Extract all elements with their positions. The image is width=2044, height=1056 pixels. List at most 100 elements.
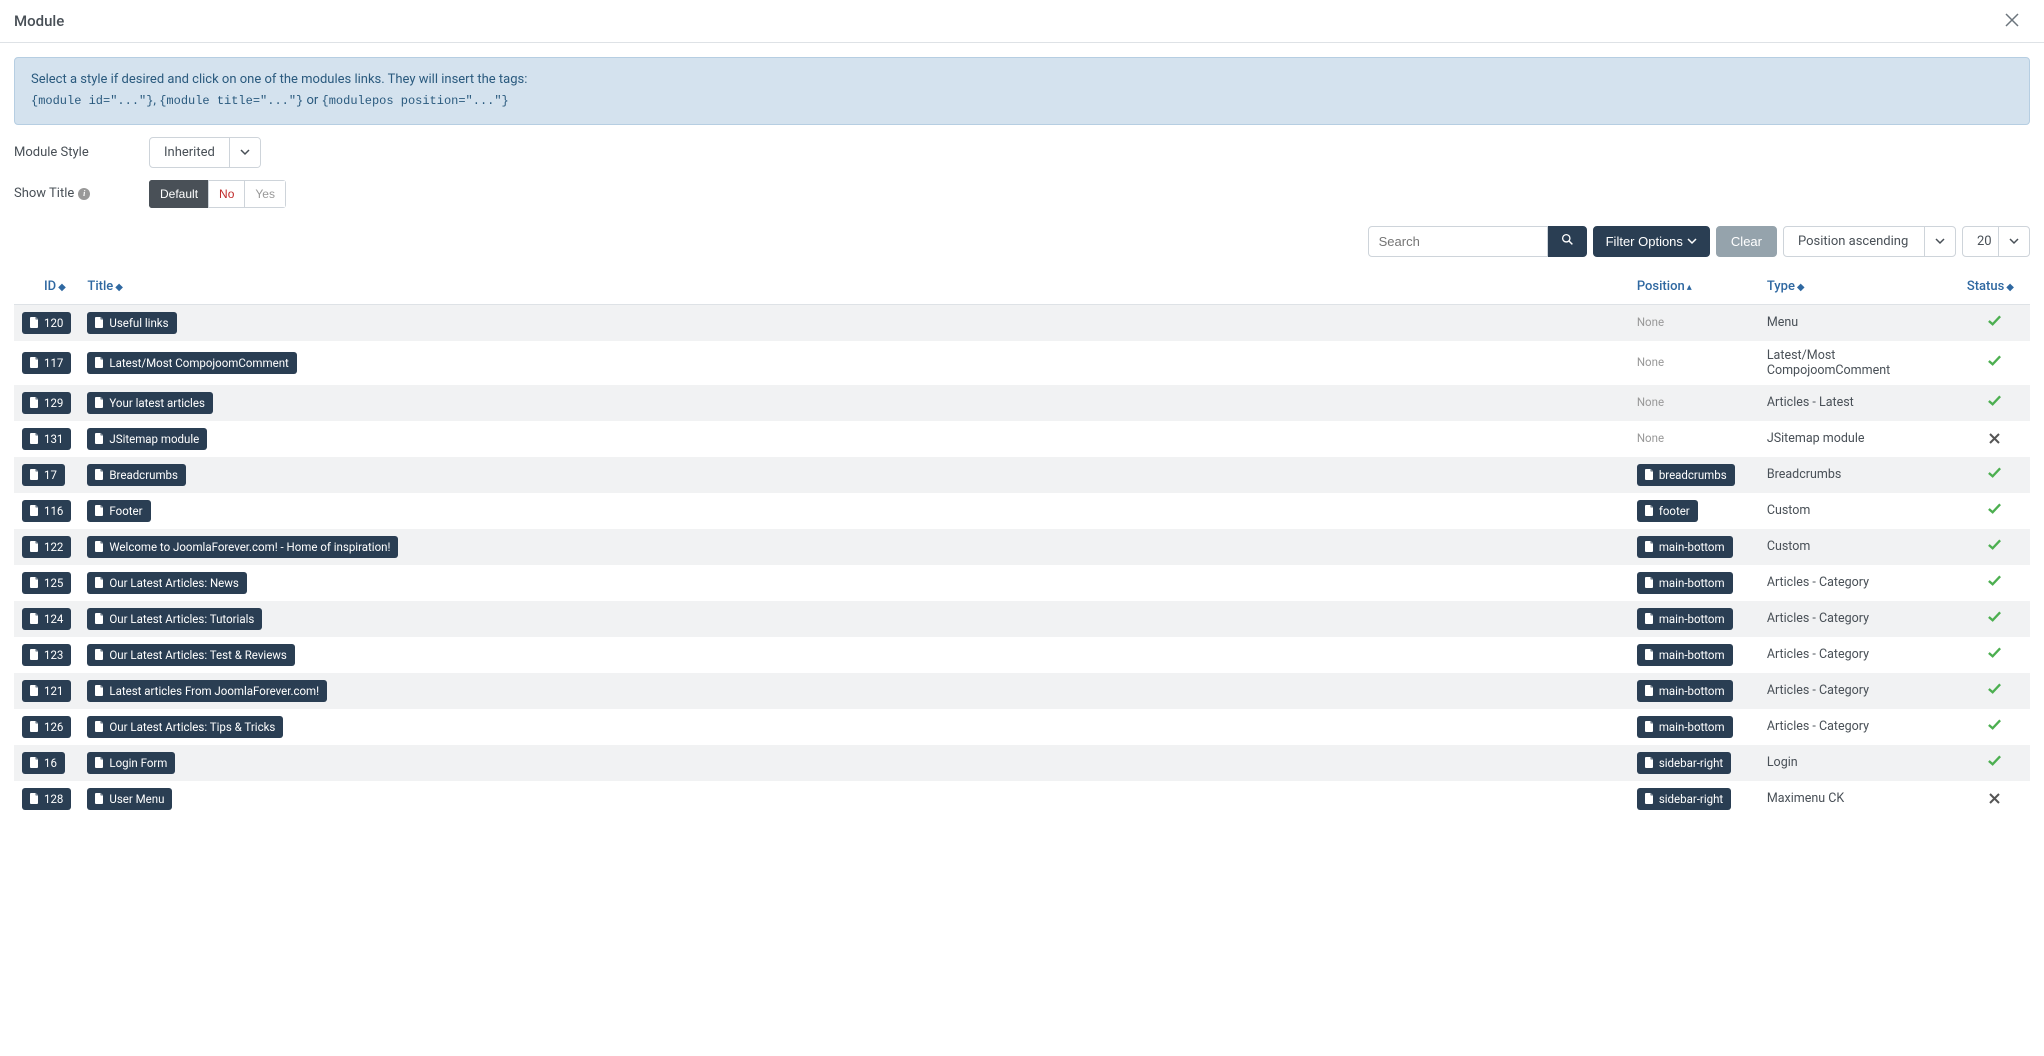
status-published: [1987, 645, 2002, 664]
close-button[interactable]: [2000, 10, 2024, 32]
title-chip[interactable]: Your latest articles: [87, 392, 213, 414]
position-value: main-bottom: [1659, 720, 1725, 734]
id-value: 122: [44, 540, 63, 554]
id-chip[interactable]: 126: [22, 716, 71, 738]
id-value: 126: [44, 720, 63, 734]
title-value: Our Latest Articles: Test & Reviews: [109, 648, 286, 662]
clear-button[interactable]: Clear: [1716, 226, 1777, 257]
sort-select[interactable]: Position ascending: [1783, 226, 1956, 257]
check-icon: [1987, 465, 2002, 480]
col-header-id[interactable]: ID◆: [14, 269, 79, 305]
title-chip[interactable]: Our Latest Articles: Tutorials: [87, 608, 262, 630]
module-style-label: Module Style: [14, 145, 149, 160]
col-header-title[interactable]: Title◆: [79, 269, 1628, 305]
module-style-select[interactable]: Inherited: [149, 137, 261, 168]
status-cell: [1959, 565, 2030, 601]
id-value: 123: [44, 648, 63, 662]
id-chip[interactable]: 121: [22, 680, 71, 702]
title-chip[interactable]: Our Latest Articles: Tips & Tricks: [87, 716, 283, 738]
position-chip[interactable]: main-bottom: [1637, 572, 1733, 594]
id-chip[interactable]: 123: [22, 644, 71, 666]
status-cell: [1959, 341, 2030, 385]
show-title-no[interactable]: No: [208, 180, 245, 208]
position-value: footer: [1659, 504, 1690, 518]
status-cell: [1959, 385, 2030, 421]
title-chip[interactable]: Welcome to JoomlaForever.com! - Home of …: [87, 536, 398, 558]
position-chip[interactable]: sidebar-right: [1637, 752, 1731, 774]
col-header-status[interactable]: Status◆: [1959, 269, 2030, 305]
position-value: main-bottom: [1659, 540, 1725, 554]
id-chip[interactable]: 17: [22, 464, 65, 486]
title-chip[interactable]: Breadcrumbs: [87, 464, 186, 486]
title-chip[interactable]: Our Latest Articles: Test & Reviews: [87, 644, 294, 666]
position-chip[interactable]: main-bottom: [1637, 608, 1733, 630]
document-icon: [30, 357, 39, 368]
title-chip[interactable]: User Menu: [87, 788, 172, 810]
col-header-position[interactable]: Position▴: [1629, 269, 1759, 305]
position-value: main-bottom: [1659, 648, 1725, 662]
check-icon: [1987, 717, 2002, 732]
title-chip[interactable]: Useful links: [87, 312, 176, 334]
check-icon: [1987, 501, 2002, 516]
document-icon: [95, 613, 104, 624]
status-published: [1987, 501, 2002, 520]
limit-select[interactable]: 20: [1962, 226, 2030, 257]
position-chip[interactable]: main-bottom: [1637, 680, 1733, 702]
document-icon: [30, 469, 39, 480]
position-value: main-bottom: [1659, 612, 1725, 626]
type-value: Articles - Category: [1767, 647, 1869, 662]
module-style-value: Inherited: [150, 138, 229, 167]
id-chip[interactable]: 117: [22, 352, 71, 374]
info-alert: Select a style if desired and click on o…: [14, 57, 2030, 125]
show-title-default[interactable]: Default: [149, 180, 209, 208]
id-value: 121: [44, 684, 63, 698]
sort-icon: ◆: [1797, 282, 1805, 293]
filter-options-button[interactable]: Filter Options: [1593, 226, 1710, 257]
document-icon: [95, 793, 104, 804]
id-chip[interactable]: 129: [22, 392, 71, 414]
id-chip[interactable]: 128: [22, 788, 71, 810]
title-value: Latest articles From JoomlaForever.com!: [109, 684, 319, 698]
title-value: Footer: [109, 504, 142, 518]
id-chip[interactable]: 120: [22, 312, 71, 334]
document-icon: [30, 613, 39, 624]
title-chip[interactable]: Latest articles From JoomlaForever.com!: [87, 680, 327, 702]
id-chip[interactable]: 116: [22, 500, 71, 522]
document-icon: [30, 541, 39, 552]
title-chip[interactable]: Footer: [87, 500, 150, 522]
status-published: [1987, 717, 2002, 736]
id-value: 125: [44, 576, 63, 590]
title-chip[interactable]: Our Latest Articles: News: [87, 572, 246, 594]
document-icon: [30, 397, 39, 408]
position-chip[interactable]: sidebar-right: [1637, 788, 1731, 810]
id-chip[interactable]: 125: [22, 572, 71, 594]
id-chip[interactable]: 131: [22, 428, 71, 450]
position-value: breadcrumbs: [1659, 468, 1727, 482]
search-input[interactable]: [1368, 226, 1548, 257]
id-chip[interactable]: 16: [22, 752, 65, 774]
id-chip[interactable]: 124: [22, 608, 71, 630]
alert-code-id: {module id="..."}: [31, 94, 153, 108]
show-title-yes[interactable]: Yes: [244, 180, 286, 208]
document-icon: [95, 721, 104, 732]
table-row: 117Latest/Most CompojoomCommentNoneLates…: [14, 341, 2030, 385]
status-published: [1987, 393, 2002, 412]
position-chip[interactable]: main-bottom: [1637, 644, 1733, 666]
limit-value: 20: [1963, 227, 1998, 256]
table-row: 129Your latest articlesNoneArticles - La…: [14, 385, 2030, 421]
position-chip[interactable]: main-bottom: [1637, 536, 1733, 558]
document-icon: [30, 505, 39, 516]
title-chip[interactable]: Login Form: [87, 752, 175, 774]
position-chip[interactable]: breadcrumbs: [1637, 464, 1735, 486]
document-icon: [95, 469, 104, 480]
id-chip[interactable]: 122: [22, 536, 71, 558]
position-chip[interactable]: footer: [1637, 500, 1698, 522]
title-chip[interactable]: Latest/Most CompojoomComment: [87, 352, 296, 374]
search-button[interactable]: [1548, 226, 1587, 257]
status-cell: [1959, 493, 2030, 529]
col-header-type[interactable]: Type◆: [1759, 269, 1959, 305]
document-icon: [95, 397, 104, 408]
check-icon: [1987, 537, 2002, 552]
title-chip[interactable]: JSitemap module: [87, 428, 207, 450]
position-chip[interactable]: main-bottom: [1637, 716, 1733, 738]
